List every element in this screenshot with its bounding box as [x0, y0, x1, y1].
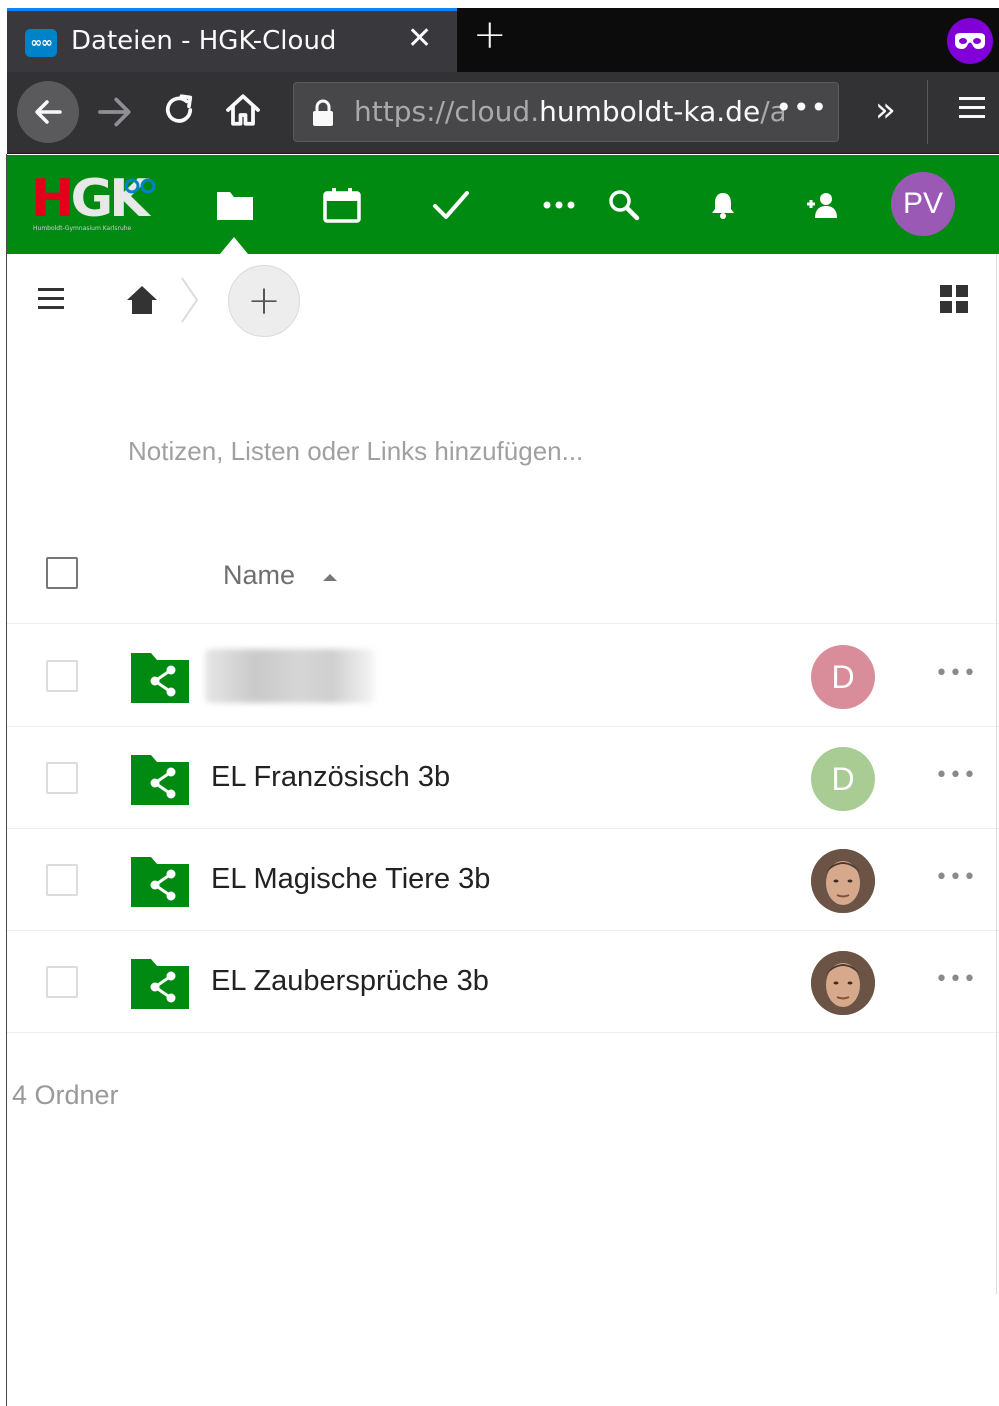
- table-row[interactable]: EL Magische Tiere 3b •••: [7, 829, 999, 931]
- tasks-app-icon[interactable]: [429, 183, 473, 227]
- forward-arrow-icon: [98, 97, 131, 127]
- toolbar-separator: [927, 80, 928, 144]
- owner-avatar[interactable]: [811, 849, 875, 913]
- file-table-header: Name: [7, 540, 999, 624]
- row-actions-icon[interactable]: •••: [935, 763, 977, 788]
- notes-placeholder[interactable]: Notizen, Listen oder Links hinzufügen...: [128, 436, 583, 467]
- folder-name[interactable]: EL Zaubersprüche 3b: [211, 965, 489, 998]
- row-checkbox[interactable]: [46, 762, 78, 794]
- folder-name[interactable]: EL Französisch 3b: [211, 761, 450, 794]
- search-icon[interactable]: [602, 183, 646, 227]
- shared-folder-icon[interactable]: [131, 855, 189, 907]
- shared-folder-icon[interactable]: [131, 651, 189, 703]
- folder-name[interactable]: EL Magische Tiere 3b: [211, 863, 490, 896]
- row-actions-icon[interactable]: •••: [935, 967, 977, 992]
- owner-avatar[interactable]: D: [811, 747, 875, 811]
- sort-ascending-icon: [323, 574, 337, 581]
- new-file-button[interactable]: +: [228, 265, 300, 337]
- home-button[interactable]: [223, 90, 263, 134]
- back-arrow-icon: [35, 100, 62, 124]
- url-bar[interactable]: https://cloud.humboldt-ka.de/ap •••: [293, 82, 839, 142]
- table-row[interactable]: EL Französisch 3b D •••: [7, 727, 999, 829]
- owner-avatar[interactable]: [811, 951, 875, 1015]
- notifications-bell-icon[interactable]: [701, 183, 745, 227]
- redacted-folder-name[interactable]: [205, 649, 375, 703]
- active-app-indicator: [220, 237, 248, 254]
- row-checkbox[interactable]: [46, 864, 78, 896]
- user-avatar[interactable]: PV: [891, 172, 955, 236]
- private-browsing-icon: [947, 18, 993, 64]
- select-all-checkbox[interactable]: [46, 557, 78, 589]
- home-icon: [226, 94, 260, 126]
- new-tab-button[interactable]: +: [473, 12, 507, 58]
- app-navigation-toggle-icon[interactable]: [37, 286, 65, 316]
- url-text[interactable]: https://cloud.humboldt-ka.de/ap: [354, 95, 784, 128]
- owner-photo-icon: [811, 849, 875, 913]
- tab-title: Dateien - HGK-Cloud: [71, 26, 337, 56]
- nextcloud-favicon-icon: ∞∞: [25, 29, 57, 57]
- row-checkbox[interactable]: [46, 660, 78, 692]
- row-checkbox[interactable]: [46, 966, 78, 998]
- more-apps-icon[interactable]: [537, 183, 581, 227]
- contacts-icon[interactable]: [801, 183, 845, 227]
- forward-button[interactable]: [95, 92, 135, 136]
- row-actions-icon[interactable]: •••: [935, 865, 977, 890]
- owner-photo-icon: [811, 951, 875, 1015]
- breadcrumb-separator: [179, 276, 201, 328]
- files-controls-bar: +: [7, 254, 999, 344]
- window-left-edge: [6, 154, 7, 1406]
- file-count-summary: 4 Ordner: [12, 1080, 119, 1110]
- grid-view-toggle-icon[interactable]: [939, 284, 969, 318]
- infinity-logo-icon: [124, 178, 156, 194]
- files-app-icon[interactable]: [213, 183, 257, 227]
- row-actions-icon[interactable]: •••: [935, 661, 977, 686]
- lock-icon[interactable]: [310, 99, 336, 131]
- browser-tab[interactable]: ∞∞ Dateien - HGK-Cloud ✕: [7, 8, 457, 72]
- scroll-area-edge: [996, 254, 997, 1294]
- page-actions-button[interactable]: •••: [775, 91, 828, 124]
- table-row[interactable]: EL Zaubersprüche 3b •••: [7, 931, 999, 1033]
- shared-folder-icon[interactable]: [131, 753, 189, 805]
- hgk-logo[interactable]: HGK Humboldt-Gymnasium Karlsruhe: [31, 173, 161, 235]
- owner-avatar[interactable]: D: [811, 645, 875, 709]
- overflow-chevron-icon[interactable]: »: [875, 90, 896, 130]
- reload-button[interactable]: [159, 90, 199, 134]
- browser-navigation-bar: https://cloud.humboldt-ka.de/ap ••• »: [7, 72, 999, 154]
- browser-tab-bar: ∞∞ Dateien - HGK-Cloud ✕ +: [7, 8, 999, 72]
- close-tab-icon[interactable]: ✕: [407, 21, 432, 56]
- shared-folder-icon[interactable]: [131, 957, 189, 1009]
- back-button[interactable]: [17, 81, 79, 143]
- calendar-app-icon[interactable]: [320, 183, 364, 227]
- breadcrumb-home-icon[interactable]: [125, 284, 159, 320]
- hamburger-menu-icon[interactable]: [957, 94, 987, 126]
- nextcloud-header: HGK Humboldt-Gymnasium Karlsruhe PV: [7, 155, 999, 254]
- reload-icon: [165, 94, 193, 123]
- name-column-header[interactable]: Name: [223, 560, 295, 591]
- table-row[interactable]: D •••: [7, 625, 999, 727]
